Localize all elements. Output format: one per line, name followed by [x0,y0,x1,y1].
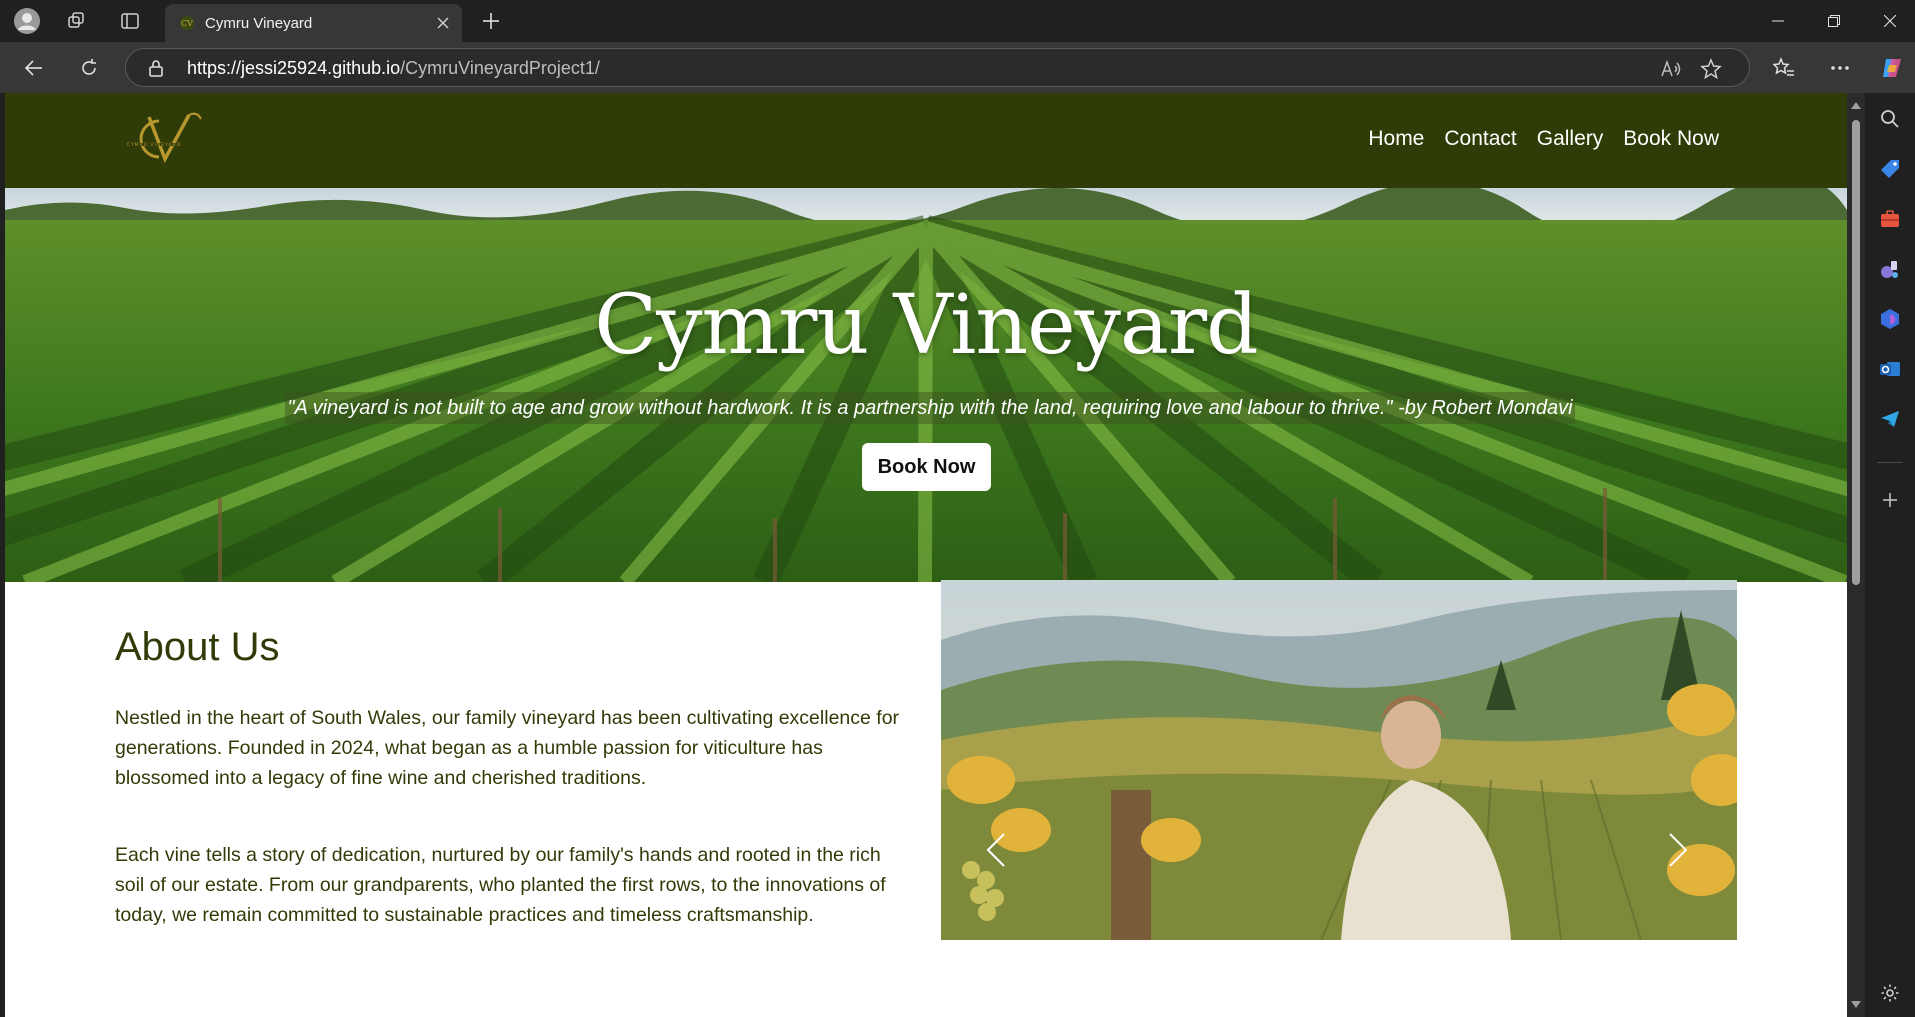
scrollbar-thumb[interactable] [1852,120,1860,585]
restore-icon[interactable] [1806,0,1862,42]
outlook-icon[interactable] [1878,357,1902,381]
scroll-up-icon[interactable] [1850,99,1862,111]
hero-book-now-button[interactable]: Book Now [862,443,991,491]
hero-title: Cymru Vineyard [594,278,1258,373]
browser-titlebar: CV Cymru Vineyard [0,0,1915,42]
address-bar[interactable]: https://jessi25924.github.io/CymruVineya… [125,48,1750,87]
minimize-icon[interactable] [1750,0,1806,42]
about-us-heading: About Us [115,625,280,669]
cymru-vineyard-logo[interactable]: CYMRU VINEYARD [117,107,207,173]
profile-avatar-icon[interactable] [13,7,41,35]
sidebar-divider [1877,462,1903,463]
shopping-tag-icon[interactable] [1878,157,1902,181]
url-host: https://jessi25924.github.io [187,58,401,78]
tab-close-icon[interactable] [433,13,453,33]
about-paragraph-2: Each vine tells a story of dedication, n… [115,844,886,926]
send-telegram-icon[interactable] [1878,407,1902,431]
back-arrow-icon[interactable] [18,52,50,84]
page-viewport: CYMRU VINEYARD Home Contact Gallery Book… [5,93,1847,1017]
search-icon[interactable] [1878,107,1902,131]
url-path: /CymruVineyardProject1/ [400,58,600,78]
tab-title: Cymru Vineyard [205,15,313,32]
close-window-icon[interactable] [1862,0,1915,42]
workspaces-icon[interactable] [63,7,91,35]
nav-link-contact[interactable]: Contact [1444,127,1516,151]
vineyard-worker-image [941,580,1737,940]
tools-briefcase-icon[interactable] [1878,207,1902,231]
games-icon[interactable] [1878,257,1902,281]
svg-text:CYMRU VINEYARD: CYMRU VINEYARD [127,142,181,148]
new-tab-icon[interactable] [477,7,505,35]
about-paragraph-1: Nestled in the heart of South Wales, our… [115,707,900,789]
browser-toolbar: https://jessi25924.github.io/CymruVineya… [0,42,1915,93]
hero-quote: "A vineyard is not built to age and grow… [285,392,1575,424]
svg-text:CV: CV [181,19,193,28]
read-aloud-icon[interactable] [1659,57,1683,81]
nav-link-home[interactable]: Home [1368,127,1424,151]
about-carousel-image [941,580,1737,940]
more-options-icon[interactable] [1824,52,1856,84]
vineyard-favicon-icon: CV [179,15,195,31]
nav-link-gallery[interactable]: Gallery [1537,127,1604,151]
add-sidebar-app-icon[interactable] [1878,488,1902,512]
refresh-icon[interactable] [73,52,105,84]
vineyard-hero-image [5,188,1847,582]
favorite-star-icon[interactable] [1699,57,1723,81]
copilot-icon[interactable] [1876,52,1908,84]
vertical-tabs-icon[interactable] [116,7,144,35]
hero-section: Cymru Vineyard "A vineyard is not built … [5,188,1847,582]
page-scrollbar[interactable] [1847,93,1865,1017]
carousel-prev-icon[interactable] [981,830,1011,870]
tab-cymru-vineyard[interactable]: CV Cymru Vineyard [165,4,462,42]
site-header: CYMRU VINEYARD Home Contact Gallery Book… [5,93,1847,188]
favorites-icon[interactable] [1768,52,1800,84]
settings-gear-icon[interactable] [1878,981,1902,1005]
microsoft-365-icon[interactable] [1878,307,1902,331]
browser-sidebar [1865,93,1915,1017]
nav-link-book-now[interactable]: Book Now [1623,127,1719,151]
url-text[interactable]: https://jessi25924.github.io/CymruVineya… [187,58,600,79]
site-nav: Home Contact Gallery Book Now [1368,127,1719,151]
carousel-next-icon[interactable] [1663,830,1693,870]
lock-icon[interactable] [146,58,166,78]
scroll-down-icon[interactable] [1850,997,1862,1009]
